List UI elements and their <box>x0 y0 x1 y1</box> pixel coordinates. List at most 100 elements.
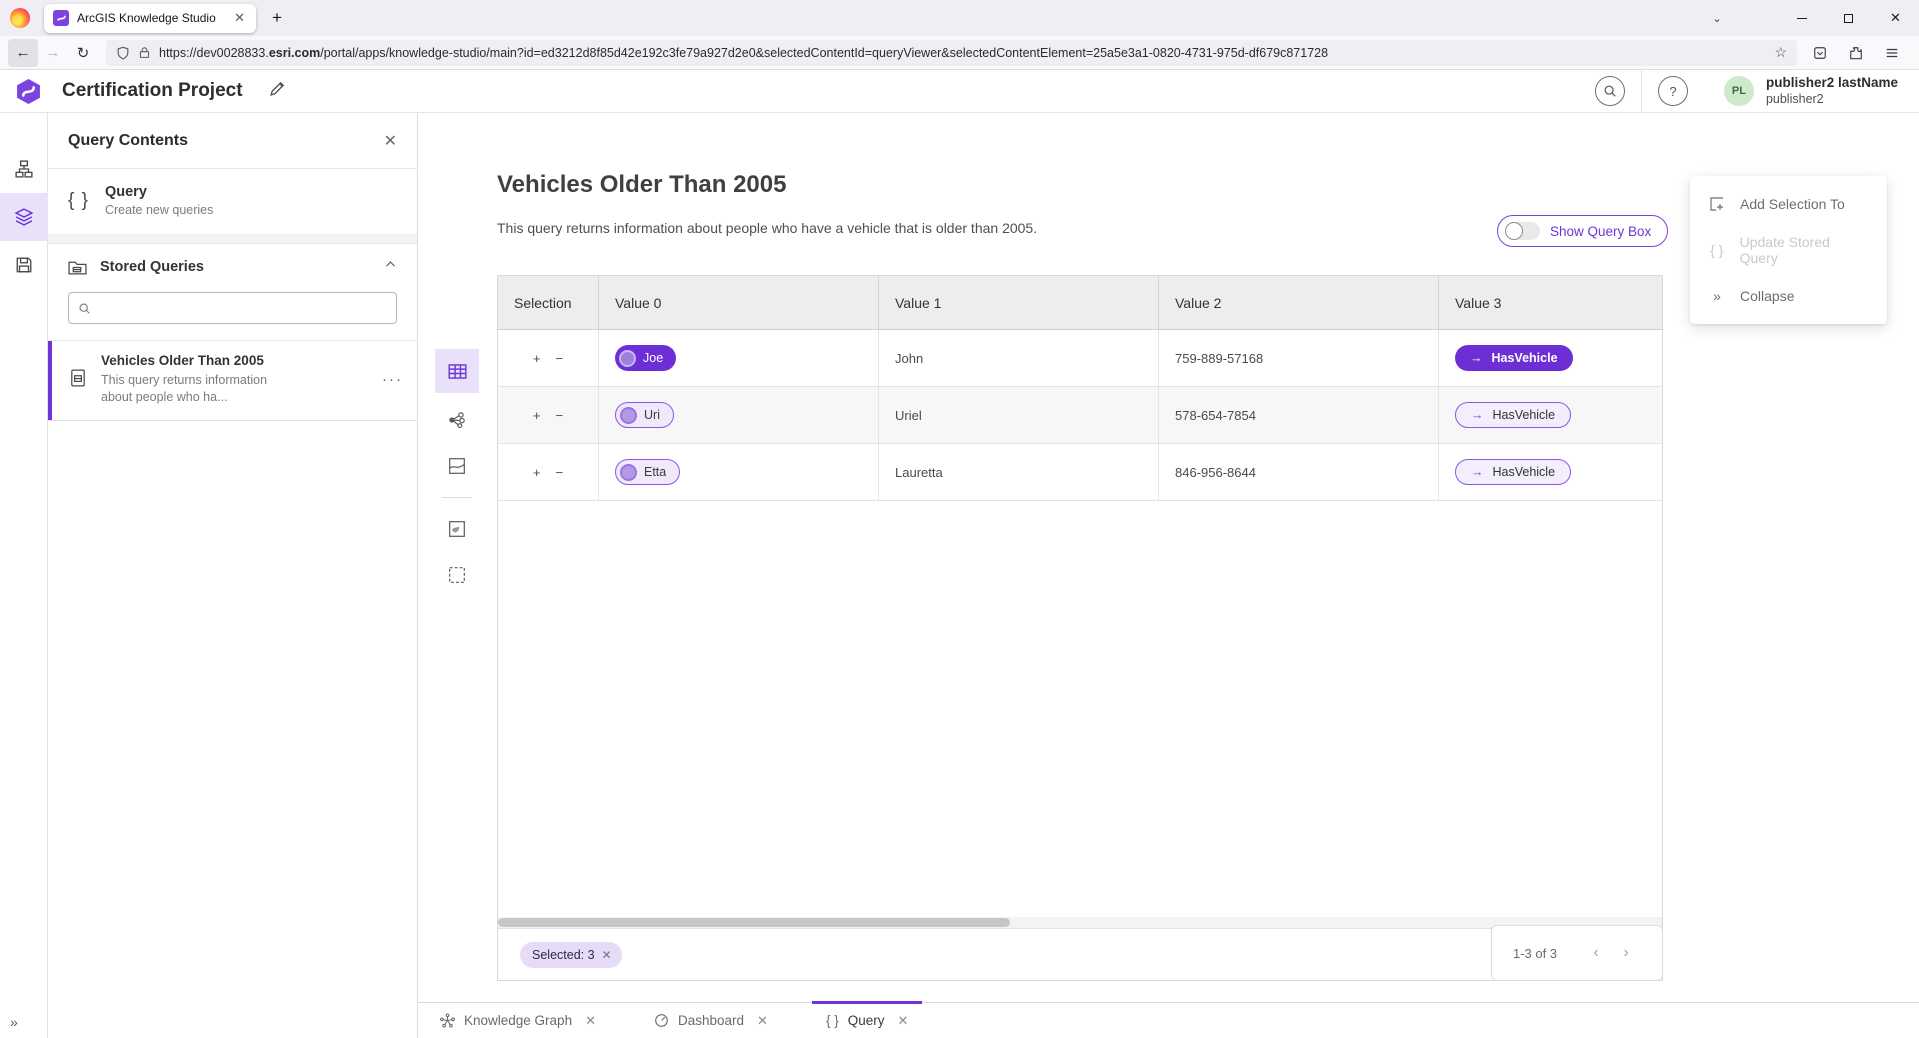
cell-value[interactable]: 578-654-7854 <box>1159 387 1439 443</box>
browser-tab[interactable]: ArcGIS Knowledge Studio ✕ <box>44 4 256 33</box>
relationship-pill[interactable]: →HasVehicle <box>1455 345 1573 371</box>
add-to-selection-icon[interactable]: + <box>533 351 541 366</box>
clear-selection-icon[interactable]: ✕ <box>602 948 612 962</box>
bookmark-star-icon[interactable]: ☆ <box>1774 44 1787 61</box>
double-chevron-icon: » <box>1708 288 1726 304</box>
close-window-button[interactable]: ✕ <box>1872 0 1919 36</box>
new-tab-button[interactable]: + <box>272 8 282 28</box>
relationship-pill[interactable]: →HasVehicle <box>1455 459 1571 485</box>
show-query-box-toggle[interactable]: Show Query Box <box>1497 215 1668 247</box>
horizontal-scrollbar[interactable] <box>498 917 1662 928</box>
column-header[interactable]: Value 1 <box>879 276 1159 329</box>
close-tab-icon[interactable]: ✕ <box>757 1013 768 1029</box>
sidebar-item-contents[interactable] <box>0 145 48 193</box>
close-tab-icon[interactable]: ✕ <box>585 1013 596 1029</box>
menu-item-update-stored-query[interactable]: { } Update Stored Query <box>1690 227 1887 273</box>
forward-button[interactable]: → <box>38 39 68 67</box>
reload-button[interactable]: ↻ <box>68 39 98 67</box>
table-view-button[interactable] <box>435 349 479 393</box>
table-row[interactable]: +− Joe John 759-889-57168 →HasVehicle <box>498 330 1662 387</box>
firefox-icon[interactable] <box>10 8 30 28</box>
remove-from-selection-icon[interactable]: − <box>556 408 564 423</box>
tab-knowledge-graph[interactable]: Knowledge Graph ✕ <box>424 1003 612 1038</box>
entity-pill[interactable]: Uri <box>615 402 674 428</box>
lock-icon[interactable] <box>138 46 151 59</box>
back-button[interactable]: ← <box>8 39 38 67</box>
entity-dot-icon <box>619 350 636 367</box>
tab-dashboard[interactable]: Dashboard ✕ <box>638 1003 784 1038</box>
url-text: https://dev0028833.esri.com/portal/apps/… <box>159 46 1766 60</box>
pocket-icon[interactable] <box>1805 39 1835 67</box>
cell-value[interactable]: 846-956-8644 <box>1159 444 1439 500</box>
entity-pill[interactable]: Joe <box>615 345 676 371</box>
tab-query[interactable]: { } Query ✕ <box>810 1003 924 1038</box>
arcgis-favicon-icon <box>53 10 69 26</box>
menu-item-label: Add Selection To <box>1740 196 1845 212</box>
column-header[interactable]: Value 3 <box>1439 276 1662 329</box>
expand-rail-icon[interactable]: » <box>0 1014 48 1030</box>
scrollbar-thumb[interactable] <box>498 918 1010 927</box>
table-row[interactable]: +− Etta Lauretta 846-956-8644 →HasVehicl… <box>498 444 1662 501</box>
column-header[interactable]: Value 0 <box>599 276 879 329</box>
tab-close-icon[interactable]: ✕ <box>232 10 247 26</box>
panel-close-icon[interactable]: ✕ <box>384 131 397 151</box>
restore-button[interactable] <box>1825 0 1872 36</box>
cell-value[interactable]: John <box>879 330 1159 386</box>
help-button[interactable]: ? <box>1658 76 1688 106</box>
tracking-shield-icon[interactable] <box>116 46 130 60</box>
select-region-button[interactable] <box>439 557 475 593</box>
column-header[interactable]: Value 2 <box>1159 276 1439 329</box>
chevron-up-icon[interactable] <box>384 258 397 276</box>
stored-query-list-item[interactable]: Vehicles Older Than 2005 This query retu… <box>48 340 417 421</box>
pagination-range: 1-3 of 3 <box>1513 946 1557 961</box>
close-tab-icon[interactable]: ✕ <box>897 1013 908 1029</box>
new-query-item[interactable]: { } Query Create new queries <box>48 169 417 235</box>
cell-value[interactable]: 759-889-57168 <box>1159 330 1439 386</box>
entity-pill[interactable]: Etta <box>615 459 680 485</box>
cell-value[interactable]: Uriel <box>879 387 1159 443</box>
url-bar[interactable]: https://dev0028833.esri.com/portal/apps/… <box>106 40 1797 66</box>
panel-title: Query Contents <box>68 132 188 150</box>
search-icon <box>78 302 91 315</box>
add-selection-icon <box>1708 196 1726 212</box>
stored-queries-search[interactable] <box>68 292 397 324</box>
remove-from-selection-icon[interactable]: − <box>556 465 564 480</box>
link-chart-view-button[interactable] <box>439 402 475 438</box>
pagination: 1-3 of 3 ‹ › <box>1491 925 1663 981</box>
column-header[interactable]: Selection <box>498 276 599 329</box>
list-tabs-icon[interactable]: ⌄ <box>1702 12 1732 25</box>
tab-label: Dashboard <box>678 1013 744 1028</box>
user-display-name: publisher2 lastName <box>1766 75 1898 91</box>
remove-from-selection-icon[interactable]: − <box>556 351 564 366</box>
stored-query-title: Vehicles Older Than 2005 <box>101 353 281 368</box>
minimize-button[interactable] <box>1778 0 1825 36</box>
relationship-pill[interactable]: →HasVehicle <box>1455 402 1571 428</box>
menu-item-add-selection-to[interactable]: Add Selection To <box>1690 181 1887 227</box>
menu-item-collapse[interactable]: » Collapse <box>1690 273 1887 319</box>
next-page-icon[interactable]: › <box>1611 944 1641 962</box>
table-row[interactable]: +− Uri Uriel 578-654-7854 →HasVehicle <box>498 387 1662 444</box>
user-name-block[interactable]: publisher2 lastName publisher2 <box>1766 75 1904 106</box>
extensions-icon[interactable] <box>1841 39 1871 67</box>
tab-label: Knowledge Graph <box>464 1013 572 1028</box>
search-button[interactable] <box>1595 76 1625 106</box>
menu-icon[interactable] <box>1877 39 1907 67</box>
sidebar-item-save[interactable] <box>0 241 48 289</box>
more-options-icon[interactable]: ··· <box>382 371 403 388</box>
add-to-selection-icon[interactable]: + <box>533 465 541 480</box>
image-map-view-button[interactable] <box>439 511 475 547</box>
cell-value[interactable]: Lauretta <box>879 444 1159 500</box>
edit-title-icon[interactable] <box>269 80 286 102</box>
show-query-box-label: Show Query Box <box>1550 224 1651 239</box>
previous-page-icon[interactable]: ‹ <box>1581 944 1611 962</box>
sidebar-item-layers[interactable] <box>0 193 48 241</box>
add-to-selection-icon[interactable]: + <box>533 408 541 423</box>
toggle-track[interactable] <box>1506 222 1540 240</box>
selected-count-chip[interactable]: Selected: 3 ✕ <box>520 942 622 968</box>
map-view-button[interactable] <box>439 448 475 484</box>
braces-icon: { } <box>68 190 89 212</box>
stored-queries-header[interactable]: Stored Queries <box>48 244 417 286</box>
arrow-right-icon: → <box>1471 465 1484 479</box>
search-input[interactable] <box>98 301 387 316</box>
avatar[interactable]: PL <box>1724 76 1754 106</box>
